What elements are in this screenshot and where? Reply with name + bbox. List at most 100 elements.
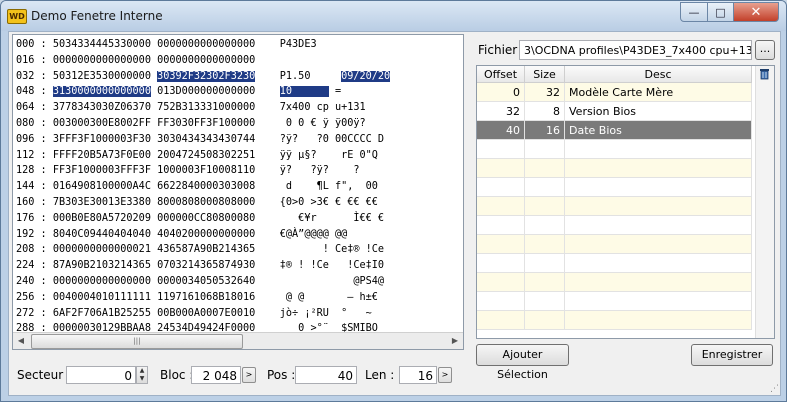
enregistrer-button[interactable]: Enregistrer (691, 344, 773, 366)
hex-line[interactable]: 272 : 6AF2F706A1B25255 00B000A0007E0010 … (16, 306, 372, 322)
cell-offset (477, 273, 525, 292)
hex-line[interactable]: 048 : 3130000000000000 013D000000000000 … (16, 84, 341, 100)
col-header-offset[interactable]: Offset (477, 66, 525, 83)
ajouter-selection-button[interactable]: Ajouter Sélection (476, 344, 569, 381)
table-row[interactable] (477, 216, 752, 235)
spin-up-icon[interactable]: ▲ (137, 367, 147, 375)
len-label: Len : (365, 368, 395, 382)
cell-desc (565, 235, 752, 254)
hex-line[interactable]: 096 : 3FFF3F1000003F30 3030434343430744 … (16, 132, 384, 148)
table-row[interactable]: 32 8 Version Bios (477, 102, 752, 121)
maximize-button[interactable]: □ (707, 2, 734, 22)
file-path-input[interactable]: 3\OCDNA profiles\P43DE3_7x400 cpu+131.bi… (519, 40, 752, 60)
hex-bytes-left: 3130000000000000 (52, 86, 151, 98)
table-row[interactable] (477, 197, 752, 216)
hex-bytes-left: 3778343030Z06370 (52, 102, 151, 114)
col-header-desc[interactable]: Desc (565, 66, 752, 83)
table-row[interactable] (477, 159, 752, 178)
hex-bytes-right: 0703214365874930 (157, 260, 256, 272)
cell-size (525, 197, 565, 216)
spin-down-icon[interactable]: ▼ (137, 375, 147, 383)
minimize-button[interactable]: — (680, 2, 708, 22)
hex-address: 080 (16, 118, 35, 129)
hex-gap (255, 276, 280, 287)
hex-line[interactable]: 064 : 3778343030Z06370 752B313331000000 … (16, 100, 366, 116)
hex-gap (255, 260, 280, 271)
hex-line[interactable]: 176 : 000B0E80A5720209 000000CC80800080 … (16, 211, 384, 227)
table-row[interactable] (477, 235, 752, 254)
bloc-go-button[interactable]: > (242, 367, 256, 383)
browse-button[interactable]: ... (755, 40, 775, 60)
hex-separator: : (34, 276, 53, 287)
cell-desc (565, 273, 752, 292)
hex-bytes-left: 8040C09440404040 (52, 228, 151, 240)
hex-separator: : (34, 54, 53, 66)
hex-line[interactable]: 128 : FF3F1000003FFF3F 1000003F10008110 … (16, 163, 360, 179)
bloc-input[interactable]: 2 048 (191, 366, 241, 384)
cell-offset: 32 (477, 102, 525, 121)
horizontal-scrollbar[interactable]: ◀ ||| ▶ (13, 332, 463, 349)
hex-line[interactable]: 224 : 87A90B2103214365 0703214365874930 … (16, 258, 384, 274)
hex-gap (255, 55, 280, 66)
cell-size (525, 235, 565, 254)
hex-viewer[interactable]: 000 : 5034334445330000 0000000000000000 … (12, 34, 464, 350)
secteur-spinner[interactable]: ▲ ▼ (136, 366, 148, 384)
scroll-left-icon[interactable]: ◀ (13, 333, 29, 349)
table-row[interactable] (477, 254, 752, 273)
hex-line[interactable]: 144 : 0164908100000A4C 6622840000303008 … (16, 179, 378, 195)
hex-ascii: @PS4@ (279, 276, 385, 287)
hex-bytes-right: 4040200000000000 (157, 228, 256, 240)
cell-offset (477, 216, 525, 235)
hex-bytes-left: 7B303E30013E3380 (52, 197, 151, 208)
table-row[interactable] (477, 140, 752, 159)
table-row[interactable] (477, 292, 752, 311)
delete-icon[interactable] (759, 68, 770, 80)
hex-bytes-left: 5034334445330000 (52, 39, 151, 50)
hex-line[interactable]: 256 : 0040004010111111 1197161068B18016 … (16, 290, 378, 306)
table-row[interactable]: 40 16 Date Bios (477, 121, 752, 140)
table-row[interactable] (477, 178, 752, 197)
hex-line[interactable]: 080 : 003000300E8002FF FF3030FF3F100000 … (16, 116, 366, 132)
scroll-thumb[interactable]: ||| (31, 334, 243, 349)
title-bar[interactable]: WD Demo Fenetre Interne (1, 1, 786, 31)
resize-grip-icon[interactable]: ⋰ (770, 384, 779, 394)
hex-line[interactable]: 192 : 8040C09440404040 4040200000000000 … (16, 227, 347, 243)
cell-desc (565, 292, 752, 311)
hex-bytes-right: FF3030FF3F100000 (157, 118, 256, 129)
table-row[interactable] (477, 311, 752, 330)
vertical-scrollbar[interactable] (755, 66, 774, 338)
hex-gap (255, 229, 280, 240)
hex-line[interactable]: 112 : FFFF20B5A73F0E00 2004724508302251 … (16, 148, 378, 164)
hex-bytes-left: 0000000000000000 (52, 276, 151, 287)
secteur-input[interactable]: 0 (66, 366, 136, 384)
hex-bytes-right: 6622840000303008 (157, 181, 256, 193)
hex-bytes-right: 000000CC80800080 (157, 212, 256, 224)
pos-input[interactable]: 40 (295, 366, 357, 384)
table-row[interactable] (477, 273, 752, 292)
hex-separator: : (34, 39, 53, 50)
scroll-right-icon[interactable]: ▶ (447, 333, 463, 349)
hex-line[interactable]: 208 : 0000000000000021 436587A90B214365 … (16, 242, 384, 258)
close-button[interactable]: ✕ (733, 2, 779, 22)
hex-bytes-right: 0000000000000000 (157, 39, 256, 50)
hex-bytes-left: 000B0E80A5720209 (52, 212, 151, 224)
hex-ascii: P1.50 (279, 70, 342, 82)
hex-gap (255, 244, 280, 255)
hex-ascii: ÿÿ µ§? rE 0"Q (279, 149, 378, 161)
hex-ascii-rest: = (328, 86, 342, 98)
table-row[interactable]: 0 32 Modèle Carte Mère (477, 83, 752, 102)
hex-line[interactable]: 240 : 0000000000000000 0000034050532640 … (16, 274, 384, 290)
hex-line[interactable]: 032 : 50312E3530000000 30392F32302F3230 … (16, 69, 391, 85)
hex-line[interactable]: 000 : 5034334445330000 0000000000000000 … (16, 37, 317, 53)
hex-line[interactable]: 016 : 0000000000000000 0000000000000000 (16, 53, 280, 69)
structure-table[interactable]: Offset Size Desc 0 32 Modèle Carte Mère 32 8… (476, 65, 775, 339)
len-go-button[interactable]: > (438, 367, 452, 383)
len-input[interactable]: 16 (399, 366, 437, 384)
hex-ascii: 10 (279, 86, 329, 98)
hex-address: 176 (16, 212, 35, 224)
hex-separator: : (34, 165, 53, 177)
cell-offset: 0 (477, 83, 525, 102)
hex-address: 160 (16, 197, 35, 208)
hex-line[interactable]: 160 : 7B303E30013E3380 8000808000808000 … (16, 195, 378, 211)
col-header-size[interactable]: Size (525, 66, 565, 83)
